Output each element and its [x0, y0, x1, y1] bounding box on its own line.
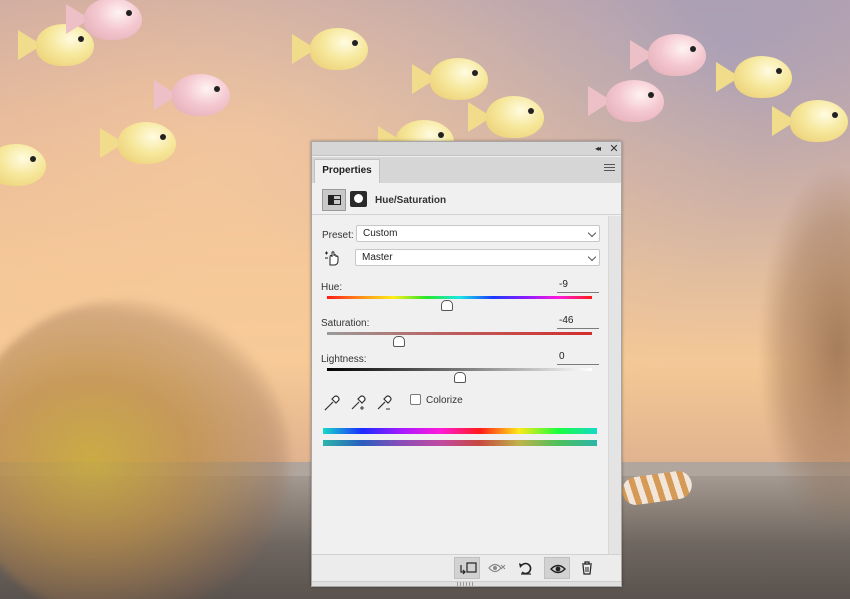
preset-dropdown-value: Custom [363, 228, 398, 239]
view-previous-state-button[interactable] [484, 557, 510, 579]
eyedropper-add-icon[interactable] [348, 393, 368, 413]
hue-label: Hue: [321, 282, 343, 293]
panel-menu-icon[interactable] [604, 164, 615, 174]
chevron-down-icon [587, 252, 597, 262]
lightness-label: Lightness: [321, 354, 367, 365]
fish-decoration [0, 140, 50, 190]
chevron-down-icon [587, 228, 597, 238]
clip-to-layer-button[interactable] [454, 557, 480, 579]
fish-decoration [588, 76, 668, 126]
fish-decoration [292, 24, 372, 74]
panel-footer-toolbar [312, 554, 621, 581]
input-color-bar [323, 428, 597, 434]
colorize-checkbox[interactable] [410, 394, 421, 405]
lightness-value-field[interactable]: 0 [557, 351, 599, 365]
output-color-bar [323, 440, 597, 446]
adjustment-layer-icon[interactable] [322, 189, 346, 211]
targeted-adjustment-hand-icon[interactable] [324, 249, 342, 267]
channel-dropdown[interactable]: Master [355, 249, 600, 266]
fish-decoration [468, 92, 548, 142]
tab-properties[interactable]: Properties [314, 159, 380, 183]
reset-button[interactable] [513, 557, 539, 579]
fish-decoration [66, 0, 146, 44]
eyedropper-icon[interactable] [322, 393, 342, 413]
delete-button[interactable] [574, 557, 600, 579]
fish-decoration [630, 30, 710, 80]
fish-decoration [100, 118, 180, 168]
clip-to-layer-icon [460, 562, 477, 575]
properties-panel: ◂◂ ✕ Properties Hue/Saturation Preset: C… [311, 141, 622, 587]
panel-tab-bar: Properties [312, 157, 621, 183]
preset-label: Preset: [322, 230, 354, 241]
toggle-visibility-icon [550, 564, 566, 574]
resize-grip-icon[interactable] [457, 582, 475, 586]
double-chevron-left-icon[interactable]: ◂◂ [590, 142, 604, 156]
channel-dropdown-value: Master [362, 252, 393, 263]
adjustment-controls: Preset: Custom Master Hue: -9 Saturation… [312, 216, 608, 554]
panel-title-bar[interactable]: ◂◂ ✕ [312, 142, 621, 156]
tree-foliage [760, 170, 850, 530]
fish-decoration [154, 70, 234, 120]
colorize-label: Colorize [426, 395, 463, 406]
reset-icon [519, 562, 532, 575]
trash-icon [582, 561, 592, 575]
panel-scrollbar[interactable] [608, 216, 621, 554]
mask-icon[interactable] [350, 191, 367, 207]
view-previous-state-icon [488, 563, 506, 573]
close-icon[interactable]: ✕ [607, 142, 621, 156]
toggle-visibility-button[interactable] [544, 557, 570, 579]
eyedropper-subtract-icon[interactable] [374, 393, 394, 413]
panel-resize-edge[interactable] [312, 581, 621, 586]
adjustment-header: Hue/Saturation [312, 183, 621, 215]
hue-slider-track[interactable] [327, 296, 592, 299]
fish-decoration [772, 96, 850, 146]
saturation-label: Saturation: [321, 318, 370, 329]
saturation-slider-track[interactable] [327, 332, 592, 335]
fish-decoration [716, 52, 796, 102]
saturation-value-field[interactable]: -46 [557, 315, 599, 329]
adjustment-title: Hue/Saturation [375, 195, 447, 206]
hue-value-field[interactable]: -9 [557, 279, 599, 293]
preset-dropdown[interactable]: Custom [356, 225, 600, 242]
lightness-slider-track[interactable] [327, 368, 592, 371]
